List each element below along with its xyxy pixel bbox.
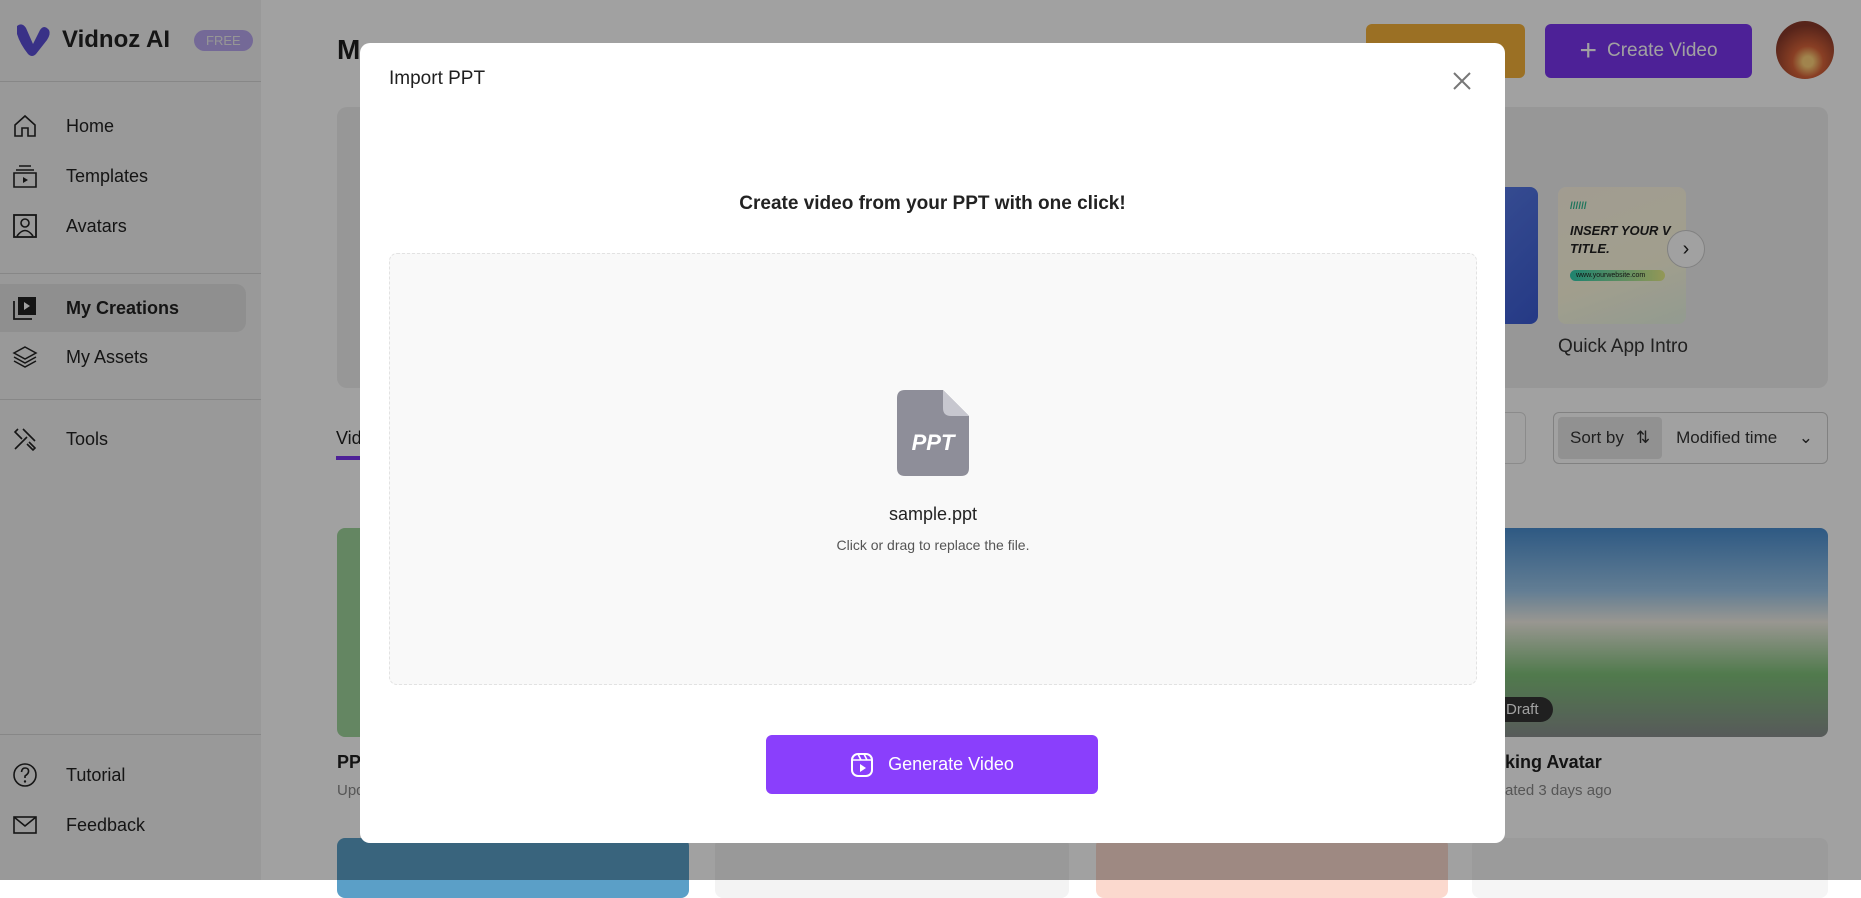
video-generate-icon: [851, 752, 874, 777]
ppt-file-icon: PPT: [897, 390, 969, 476]
generate-video-button[interactable]: Generate Video: [766, 735, 1098, 794]
modal-title: Import PPT: [389, 68, 486, 89]
generate-video-label: Generate Video: [888, 754, 1014, 774]
import-ppt-modal: Import PPT Create video from your PPT wi…: [360, 43, 1505, 843]
close-icon[interactable]: [1448, 67, 1476, 95]
modal-heading: Create video from your PPT with one clic…: [739, 193, 1126, 214]
replace-hint: Click or drag to replace the file.: [836, 537, 1030, 553]
file-name: sample.ppt: [888, 504, 978, 524]
file-dropzone[interactable]: PPT sample.ppt Click or drag to replace …: [389, 253, 1477, 685]
ppt-icon-label: PPT: [912, 430, 956, 455]
